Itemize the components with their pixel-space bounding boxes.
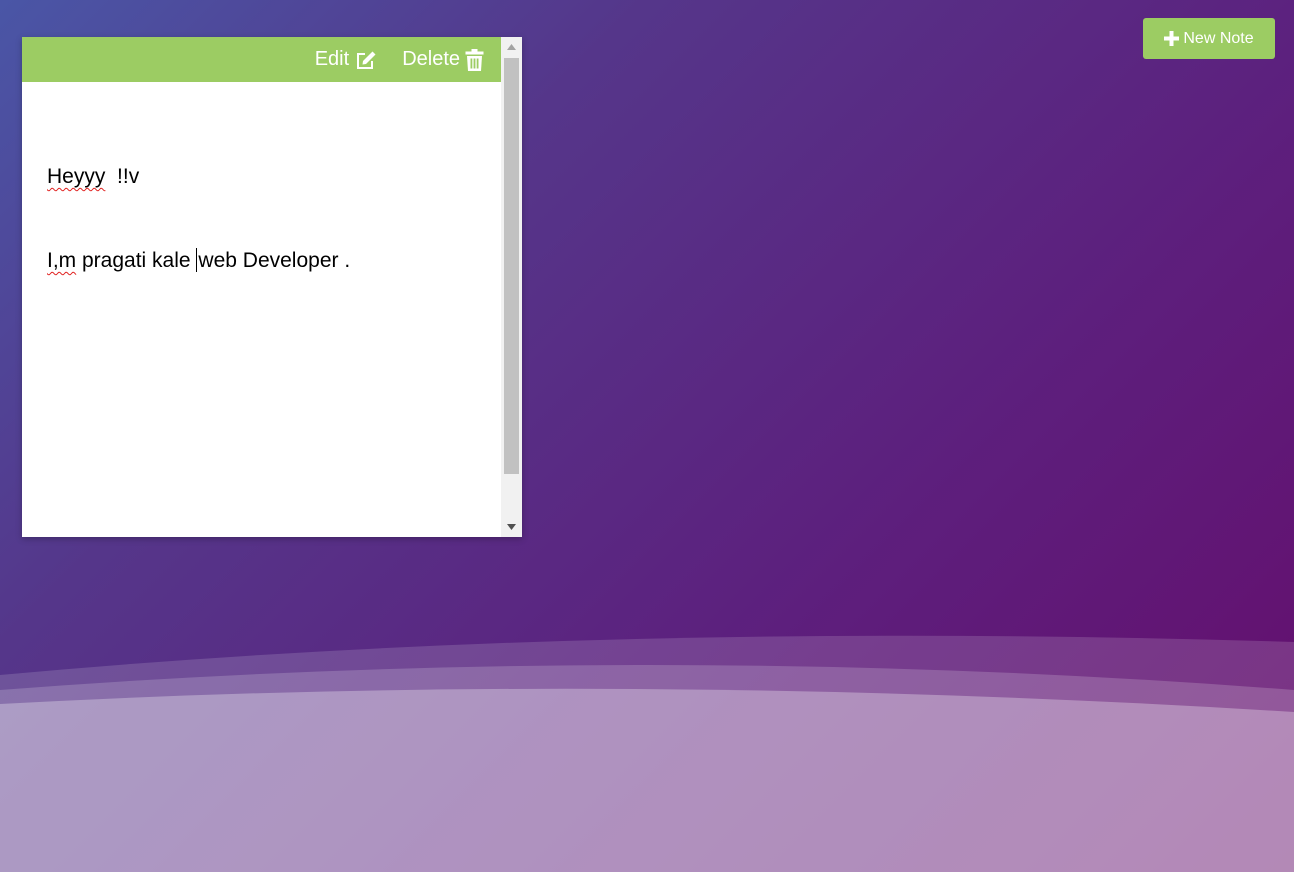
note-text: !!v [105,165,140,188]
scroll-up-arrow[interactable] [501,37,522,57]
scroll-thumb[interactable] [504,58,519,474]
note-text: pragati kale [76,249,197,272]
misspelled-word: I,m [47,249,77,272]
note-line-2: I,m pragati kale web Developer . [47,247,476,275]
scroll-down-arrow[interactable] [501,517,522,537]
plus-icon [1164,31,1180,46]
vertical-scrollbar[interactable] [501,37,522,537]
note-line-1: Heyyy !!v [47,163,476,191]
delete-label: Delete [402,48,460,70]
note-text: web Developer . [198,249,351,272]
misspelled-word: Heyyy [47,165,106,188]
edit-button[interactable]: Edit [315,48,378,71]
edit-label: Edit [314,48,350,70]
note-textarea[interactable]: Heyyy !!v I,m pragati kale web Developer… [22,82,501,537]
edit-icon [354,49,378,71]
trash-icon [465,48,484,71]
new-note-button[interactable]: New Note [1143,18,1275,59]
new-note-label: New Note [1183,29,1254,47]
note-card: Edit Delete Heyyy !!v I,m pragati kale w… [22,37,522,537]
delete-button[interactable]: Delete [402,48,484,71]
note-toolbar: Edit Delete [22,37,501,82]
